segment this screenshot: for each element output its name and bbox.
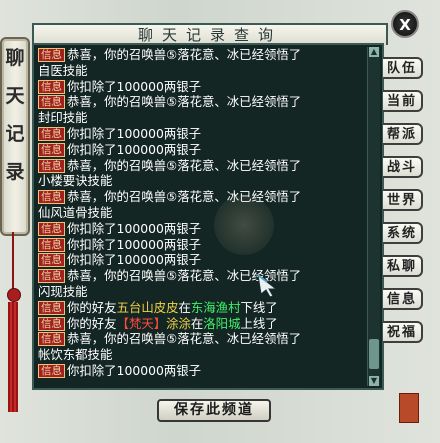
scroll-thumb[interactable] bbox=[369, 339, 379, 369]
message-tag: 信息 bbox=[38, 95, 65, 110]
tab-system[interactable]: 系统 bbox=[383, 222, 423, 244]
chat-text: 在 bbox=[178, 299, 191, 315]
chat-text: 【梵天】 bbox=[116, 315, 167, 331]
chat-line: 信息 恭喜，你的召唤兽⑤落花意、冰已经领悟了 bbox=[38, 331, 368, 347]
chat-text: 你扣除了100000两银子 bbox=[67, 141, 202, 157]
chat-log-panel: 信息 恭喜，你的召唤兽⑤落花意、冰已经领悟了 自医技能 信息 你扣除了100000两银子… bbox=[32, 43, 384, 390]
chat-text: 你的好友 bbox=[67, 315, 117, 331]
seal-stamp-icon bbox=[399, 393, 419, 423]
chat-line: 信息 你的好友【梵天】涂涂在洛阳城上线了 bbox=[38, 316, 368, 332]
side-title-char: 录 bbox=[5, 161, 25, 183]
chat-text: 闪现技能 bbox=[38, 283, 88, 299]
side-title-char: 天 bbox=[5, 85, 25, 107]
chat-line: 帐饮东都技能 bbox=[38, 347, 368, 363]
chat-line: 信息 恭喜，你的召唤兽⑤落花意、冰已经领悟了 bbox=[38, 268, 368, 284]
chat-text: 你的好友 bbox=[67, 299, 117, 315]
chat-line: 信息 你扣除了100000两银子 bbox=[38, 237, 368, 253]
message-tag: 信息 bbox=[38, 253, 65, 268]
tab-battle[interactable]: 战斗 bbox=[383, 156, 423, 178]
chat-line: 闪现技能 bbox=[38, 284, 368, 300]
chat-text: 自医技能 bbox=[38, 62, 88, 78]
chat-text: 帐饮东都技能 bbox=[38, 347, 113, 363]
scroll-up-arrow-icon[interactable]: ▲ bbox=[369, 47, 379, 57]
chat-text: 你扣除了100000两银子 bbox=[67, 78, 202, 94]
message-tag: 信息 bbox=[38, 48, 65, 62]
message-tag: 信息 bbox=[38, 142, 65, 157]
chat-text: 恭喜，你的召唤兽⑤落花意、冰已经领悟了 bbox=[67, 157, 302, 173]
chat-text: 你扣除了100000两银子 bbox=[67, 125, 202, 141]
chat-text: 仙风道骨技能 bbox=[38, 204, 113, 220]
tab-world[interactable]: 世界 bbox=[383, 189, 423, 211]
chat-line: 仙风道骨技能 bbox=[38, 205, 368, 221]
chat-text: 五台山皮皮 bbox=[116, 299, 179, 315]
chat-text: 恭喜，你的召唤兽⑤落花意、冰已经领悟了 bbox=[67, 189, 302, 205]
chat-line: 小楼要诀技能 bbox=[38, 173, 368, 189]
tab-info[interactable]: 信息 bbox=[383, 288, 423, 310]
chat-line: 信息 你扣除了100000两银子 bbox=[38, 363, 368, 379]
tab-blessing[interactable]: 祝福 bbox=[383, 321, 423, 343]
tab-private[interactable]: 私聊 bbox=[383, 255, 423, 277]
message-tag: 信息 bbox=[38, 300, 65, 315]
chat-history-window: 聊 天 记 录 聊天记录查询 X 信息 恭喜，你的召唤兽⑤落花意、冰已经领悟了 自医… bbox=[0, 0, 440, 443]
chat-line: 信息 你扣除了100000两银子 bbox=[38, 126, 368, 142]
chat-line: 信息 恭喜，你的召唤兽⑤落花意、冰已经领悟了 bbox=[38, 189, 368, 205]
chat-text: 上线了 bbox=[240, 315, 278, 331]
scroll-down-arrow-icon[interactable]: ▼ bbox=[369, 376, 379, 386]
chat-text: 涂涂 bbox=[166, 315, 191, 331]
chat-line: 信息 你扣除了100000两银子 bbox=[38, 79, 368, 95]
message-tag: 信息 bbox=[38, 190, 65, 205]
message-tag: 信息 bbox=[38, 363, 65, 378]
message-tag: 信息 bbox=[38, 332, 65, 347]
chat-line: 信息 你扣除了100000两银子 bbox=[38, 221, 368, 237]
side-title-char: 记 bbox=[5, 123, 25, 145]
side-title-scroll: 聊 天 记 录 bbox=[0, 37, 30, 236]
chat-text: 恭喜，你的召唤兽⑤落花意、冰已经领悟了 bbox=[67, 94, 302, 110]
window-title: 聊天记录查询 bbox=[32, 23, 388, 45]
chat-text: 小楼要诀技能 bbox=[38, 173, 113, 189]
chat-text: 洛阳城 bbox=[203, 315, 241, 331]
chat-line: 封印技能 bbox=[38, 110, 368, 126]
tab-team[interactable]: 队伍 bbox=[383, 57, 423, 79]
message-tag: 信息 bbox=[38, 237, 65, 252]
message-tag: 信息 bbox=[38, 126, 65, 141]
chat-text: 你扣除了100000两银子 bbox=[67, 220, 202, 236]
red-tassel-decoration bbox=[6, 232, 21, 422]
chat-text: 你扣除了100000两银子 bbox=[67, 252, 202, 268]
chat-text: 恭喜，你的召唤兽⑤落花意、冰已经领悟了 bbox=[67, 47, 302, 62]
chat-line: 信息 你的好友五台山皮皮在东海渔村下线了 bbox=[38, 300, 368, 316]
message-tag: 信息 bbox=[38, 158, 65, 173]
chat-text: 你扣除了100000两银子 bbox=[67, 236, 202, 252]
chat-line-list: 信息 恭喜，你的召唤兽⑤落花意、冰已经领悟了 自医技能 信息 你扣除了100000两银子… bbox=[38, 47, 368, 379]
tab-guild[interactable]: 帮派 bbox=[383, 123, 423, 145]
chat-line: 信息 恭喜，你的召唤兽⑤落花意、冰已经领悟了 bbox=[38, 158, 368, 174]
tab-current[interactable]: 当前 bbox=[383, 90, 423, 112]
chat-text: 恭喜，你的召唤兽⑤落花意、冰已经领悟了 bbox=[67, 331, 302, 347]
message-tag: 信息 bbox=[38, 316, 65, 331]
chat-text: 封印技能 bbox=[38, 110, 88, 126]
chat-text: 在 bbox=[190, 315, 204, 331]
mouse-cursor-icon bbox=[257, 273, 278, 297]
message-tag: 信息 bbox=[38, 269, 65, 284]
message-tag: 信息 bbox=[38, 221, 65, 236]
save-channel-button[interactable]: 保存此频道 bbox=[157, 399, 271, 422]
chat-line: 信息 你扣除了100000两银子 bbox=[38, 142, 368, 158]
chat-text: 你扣除了100000两银子 bbox=[67, 362, 202, 378]
chat-line: 信息 你扣除了100000两银子 bbox=[38, 252, 368, 268]
chat-text: 东海渔村 bbox=[190, 299, 241, 315]
scrollbar[interactable]: ▲ ▼ bbox=[367, 47, 380, 386]
close-button[interactable]: X bbox=[391, 10, 419, 38]
chat-line: 信息 恭喜，你的召唤兽⑤落花意、冰已经领悟了 bbox=[38, 47, 368, 63]
side-title-char: 聊 bbox=[5, 47, 25, 69]
message-tag: 信息 bbox=[38, 79, 65, 94]
chat-line: 信息 恭喜，你的召唤兽⑤落花意、冰已经领悟了 bbox=[38, 94, 368, 110]
chat-text: 下线了 bbox=[240, 299, 278, 315]
chat-line: 自医技能 bbox=[38, 63, 368, 79]
